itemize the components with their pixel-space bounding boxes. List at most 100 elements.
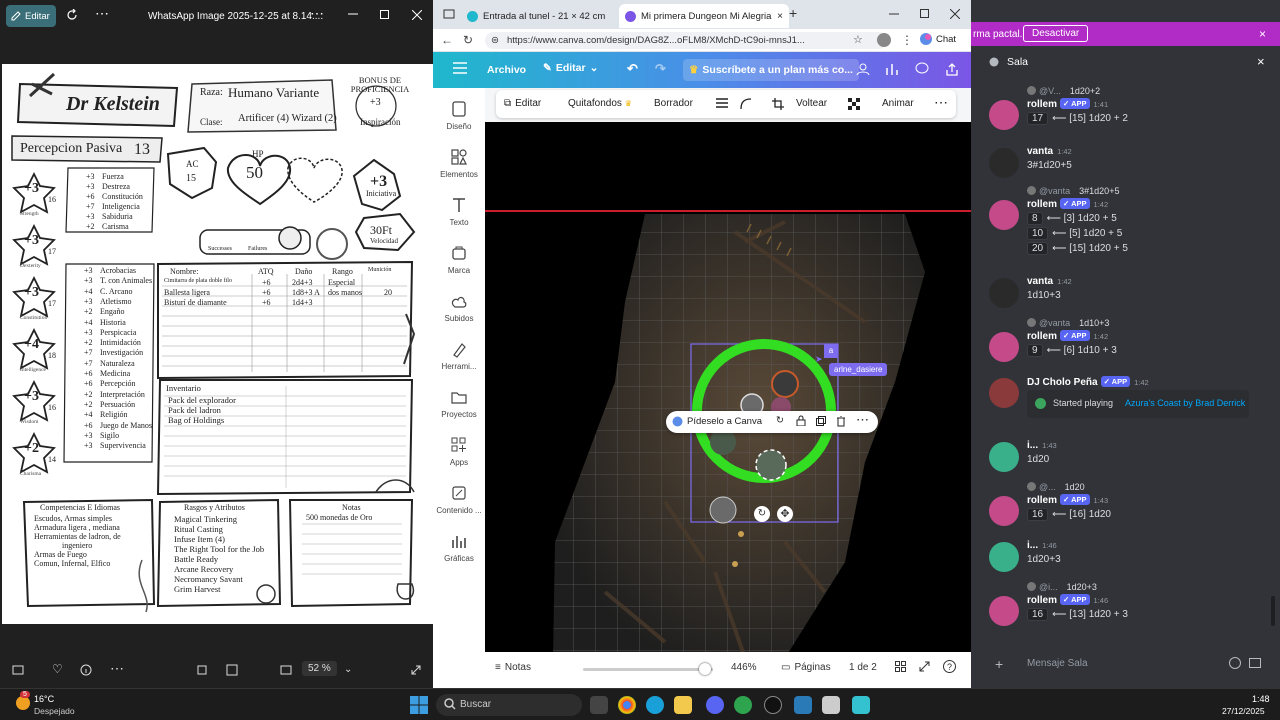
collaborators-icon[interactable] bbox=[855, 62, 871, 76]
file-explorer-icon[interactable] bbox=[674, 696, 692, 714]
more-options-icon[interactable]: ⋯ bbox=[310, 5, 324, 21]
rail-item-design[interactable]: Diseño bbox=[433, 100, 485, 131]
editar-menu[interactable]: ✎ Editar ⌄ bbox=[543, 62, 598, 74]
fullscreen-icon[interactable] bbox=[919, 661, 930, 672]
add-attachment-icon[interactable]: + bbox=[995, 656, 1003, 672]
edge-icon[interactable] bbox=[646, 696, 664, 714]
edit-image-button[interactable]: Editar bbox=[6, 5, 56, 27]
author-name[interactable]: DJ Cholo Peña bbox=[1027, 377, 1098, 388]
close-icon[interactable]: × bbox=[1257, 54, 1265, 69]
share-icon[interactable] bbox=[945, 62, 959, 76]
rail-item-content[interactable]: Contenido ... bbox=[433, 484, 485, 515]
zoom-fit-icon[interactable] bbox=[280, 664, 292, 676]
zoom-level[interactable]: 52 % bbox=[302, 661, 337, 676]
close-banner-icon[interactable]: × bbox=[1259, 27, 1266, 41]
close-icon[interactable] bbox=[950, 9, 960, 19]
rail-item-tools[interactable]: Herrami... bbox=[433, 340, 485, 371]
lock-icon[interactable] bbox=[796, 415, 806, 426]
task-view-icon[interactable] bbox=[590, 696, 608, 714]
avatar[interactable] bbox=[989, 442, 1019, 472]
rotate-handle-icon[interactable]: ↻ bbox=[754, 506, 770, 522]
author-name[interactable]: i... bbox=[1027, 440, 1038, 451]
url-field[interactable]: ⊜ https://www.canva.com/design/DAG8Z...o… bbox=[485, 32, 887, 49]
browser-tab[interactable]: Entrada al tunel - 21 × 42 cm bbox=[461, 4, 619, 28]
trash-icon[interactable] bbox=[836, 416, 846, 427]
pages-button[interactable]: ▭ Páginas bbox=[781, 662, 831, 673]
avatar[interactable] bbox=[989, 542, 1019, 572]
avatar[interactable] bbox=[989, 496, 1019, 526]
discord-icon[interactable] bbox=[706, 696, 724, 714]
author-name[interactable]: rollem bbox=[1027, 331, 1057, 342]
fullscreen-icon[interactable] bbox=[410, 664, 422, 676]
move-handle-icon[interactable]: ✥ bbox=[777, 506, 793, 522]
message-input[interactable]: + Mensaje Sala bbox=[979, 652, 1269, 674]
avatar[interactable] bbox=[989, 148, 1019, 178]
rail-item-text[interactable]: Texto bbox=[433, 196, 485, 227]
rail-item-charts[interactable]: Gráficas bbox=[433, 532, 485, 563]
corner-radius-icon[interactable] bbox=[740, 98, 752, 110]
filmstrip-icon[interactable] bbox=[12, 664, 24, 676]
redo-icon[interactable]: ↷ bbox=[655, 61, 666, 77]
scrollbar-thumb[interactable] bbox=[1271, 596, 1275, 626]
zoom-slider-thumb[interactable] bbox=[699, 663, 711, 675]
chatgpt-icon[interactable] bbox=[764, 696, 782, 714]
chrome-icon[interactable] bbox=[618, 696, 636, 714]
duplicate-icon[interactable] bbox=[816, 416, 826, 426]
windows-start-icon[interactable] bbox=[410, 696, 428, 714]
undo-icon[interactable]: ↶ bbox=[627, 61, 638, 77]
more-icon[interactable]: ⋯ bbox=[934, 94, 948, 111]
animate-tool[interactable]: Animar bbox=[882, 98, 914, 109]
profile-avatar[interactable] bbox=[877, 33, 891, 47]
replace-icon[interactable]: ↻ bbox=[776, 415, 784, 426]
avatar[interactable] bbox=[989, 200, 1019, 230]
menu-icon[interactable]: ⋮ bbox=[901, 33, 913, 47]
favorite-star-icon[interactable]: ☆ bbox=[853, 33, 863, 46]
author-name[interactable]: rollem bbox=[1027, 495, 1057, 506]
fit-icon[interactable] bbox=[196, 664, 208, 676]
info-icon[interactable] bbox=[80, 664, 92, 676]
line-weight-icon[interactable] bbox=[716, 98, 728, 108]
more-icon[interactable]: ⋯ bbox=[95, 5, 109, 21]
app-icon[interactable] bbox=[734, 696, 752, 714]
maximize-icon[interactable] bbox=[920, 9, 929, 18]
taskbar-search[interactable]: Buscar bbox=[436, 694, 582, 716]
upgrade-promo-button[interactable]: ♛ Suscríbete a un plan más co... bbox=[683, 59, 859, 81]
browser-tab-active[interactable]: Mi primera Dungeon Mi Alegria - × bbox=[619, 4, 789, 28]
grid-view-icon[interactable] bbox=[895, 661, 906, 672]
snipping-tool-icon[interactable] bbox=[852, 696, 870, 714]
image-icon[interactable] bbox=[1249, 657, 1261, 669]
avatar[interactable] bbox=[989, 278, 1019, 308]
author-name[interactable]: vanta bbox=[1027, 276, 1053, 287]
help-icon[interactable]: ? bbox=[943, 660, 956, 673]
favorite-icon[interactable]: ♡ bbox=[52, 662, 63, 676]
avatar[interactable] bbox=[989, 378, 1019, 408]
rail-item-apps[interactable]: Apps bbox=[433, 436, 485, 467]
minimize-icon[interactable] bbox=[348, 8, 362, 22]
author-name[interactable]: i... bbox=[1027, 540, 1038, 551]
analytics-icon[interactable] bbox=[885, 62, 899, 76]
transparency-icon[interactable] bbox=[848, 98, 860, 110]
copilot-chat-button[interactable]: Chat bbox=[919, 32, 956, 46]
tab-list-icon[interactable] bbox=[443, 8, 455, 20]
chevron-down-icon[interactable]: ⌄ bbox=[344, 664, 352, 675]
back-icon[interactable]: ← bbox=[441, 33, 453, 47]
notepad-icon[interactable] bbox=[822, 696, 840, 714]
comment-icon[interactable] bbox=[915, 62, 929, 76]
maximize-icon[interactable] bbox=[380, 10, 394, 24]
bg-remover-tool[interactable]: Quitafondos ♛ bbox=[568, 98, 632, 109]
app-icon[interactable] bbox=[794, 696, 812, 714]
more-icon[interactable]: ⋯ bbox=[856, 412, 869, 428]
clock-date[interactable]: 27/12/2025 bbox=[1222, 706, 1265, 716]
clock-time[interactable]: 1:48 bbox=[1252, 694, 1270, 704]
author-name[interactable]: vanta bbox=[1027, 146, 1053, 157]
rail-item-brand[interactable]: Marca bbox=[433, 244, 485, 275]
rail-item-projects[interactable]: Proyectos bbox=[433, 388, 485, 419]
notes-button[interactable]: ≡ Notas bbox=[495, 662, 531, 673]
close-icon[interactable] bbox=[412, 10, 426, 24]
author-name[interactable]: rollem bbox=[1027, 99, 1057, 110]
more-icon[interactable]: ⋯ bbox=[110, 660, 124, 677]
actual-size-icon[interactable] bbox=[226, 664, 238, 676]
rail-item-elements[interactable]: Elementos bbox=[433, 148, 485, 179]
zoom-slider[interactable] bbox=[583, 663, 713, 675]
deactivate-button[interactable]: Desactivar bbox=[1023, 25, 1089, 42]
